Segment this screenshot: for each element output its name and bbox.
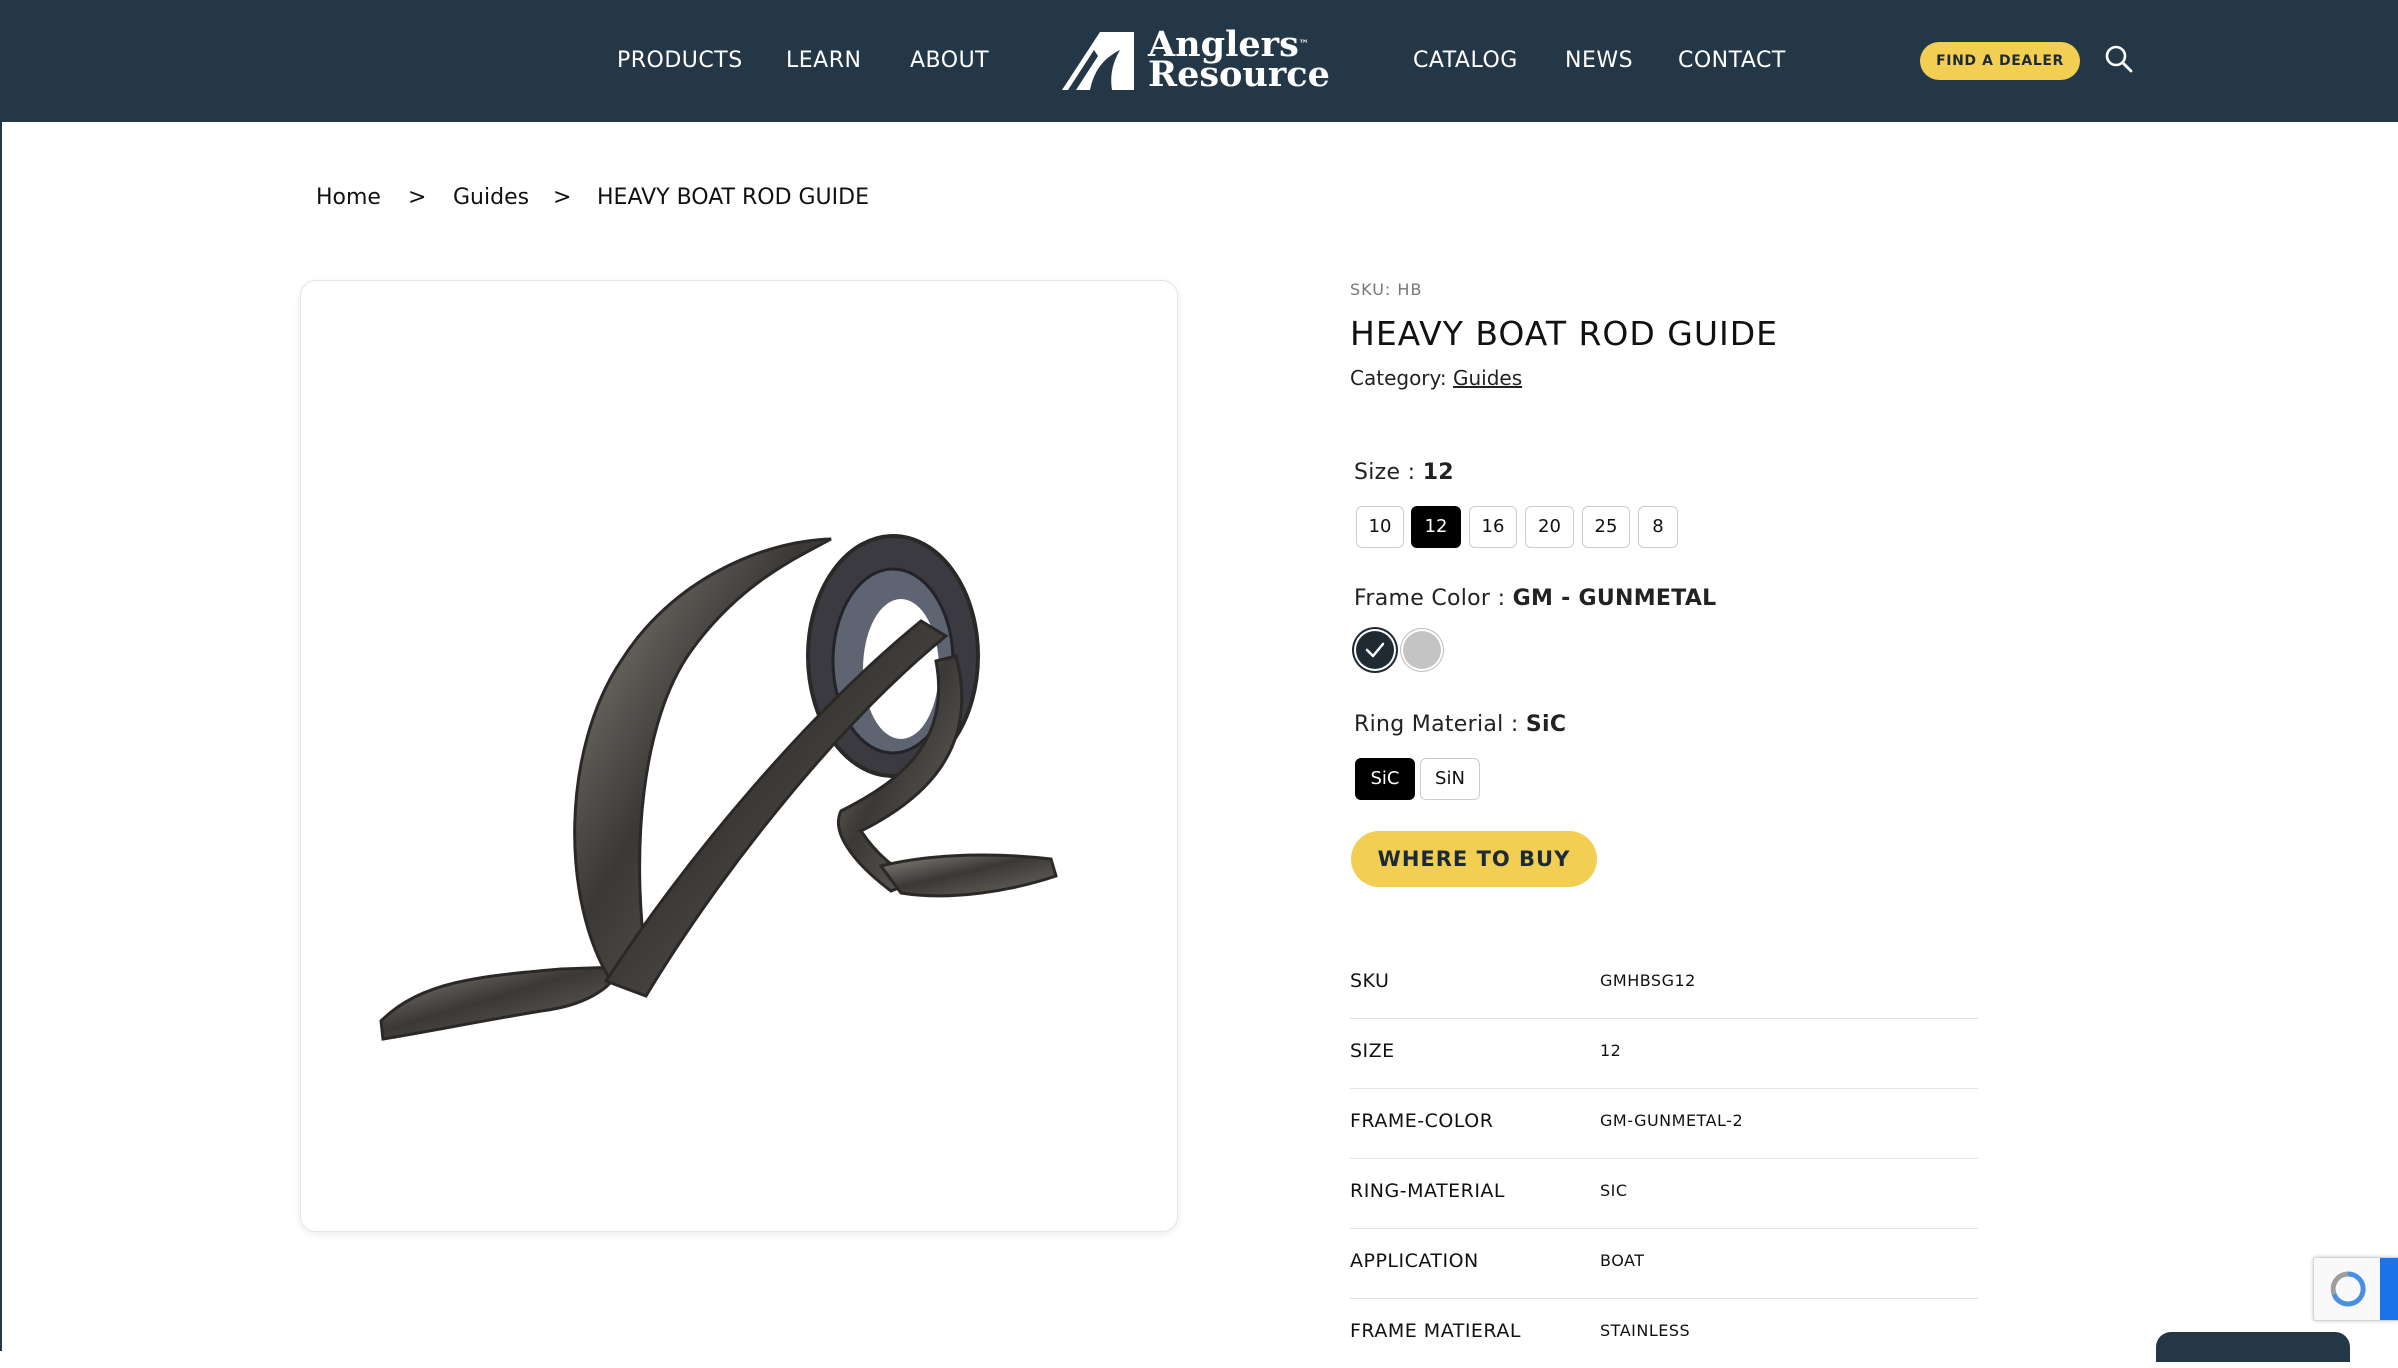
- breadcrumb-current: HEAVY BOAT ROD GUIDE: [597, 185, 869, 210]
- recaptcha-badge[interactable]: [2313, 1257, 2398, 1321]
- category-link[interactable]: Guides: [1453, 366, 1522, 390]
- recaptcha-icon: [2330, 1271, 2366, 1307]
- spec-value: BOAT: [1600, 1251, 1645, 1270]
- product-image-card[interactable]: [300, 280, 1178, 1232]
- size-selected-value: 12: [1422, 460, 1454, 485]
- where-to-buy-button[interactable]: WHERE TO BUY: [1351, 831, 1597, 887]
- spec-row: APPLICATION BOAT: [1350, 1228, 1978, 1299]
- ring-option-sic[interactable]: SiC: [1355, 758, 1415, 800]
- spec-value: SIC: [1600, 1181, 1628, 1200]
- ring-option-sin[interactable]: SiN: [1420, 758, 1480, 800]
- breadcrumb-separator: >: [408, 185, 427, 210]
- nav-contact[interactable]: CONTACT: [1678, 0, 1786, 122]
- nav-products[interactable]: PRODUCTS: [617, 0, 743, 122]
- product-sku: SKU: HB: [1350, 280, 1423, 299]
- spec-key: SIZE: [1350, 1040, 1395, 1062]
- site-logo[interactable]: Anglers™ Resource: [1060, 27, 1350, 95]
- spec-key: FRAME-COLOR: [1350, 1110, 1494, 1132]
- swatch-gunmetal[interactable]: [1356, 631, 1394, 669]
- category-label: Category:: [1350, 366, 1447, 390]
- size-option-label: Size : 12: [1354, 460, 1454, 485]
- site-header: PRODUCTS LEARN ABOUT Anglers™ Resource C…: [0, 0, 2398, 122]
- recaptcha-blue-strip: [2380, 1258, 2398, 1320]
- spec-key: FRAME MATIERAL: [1350, 1320, 1521, 1342]
- spec-row: RING-MATERIAL SIC: [1350, 1158, 1978, 1229]
- size-option-16[interactable]: 16: [1469, 506, 1517, 548]
- frame-color-selected-value: GM - GUNMETAL: [1512, 586, 1717, 611]
- page-left-edge: [0, 0, 2, 1351]
- logo-word-2: Resource: [1148, 54, 1330, 95]
- size-option-25[interactable]: 25: [1582, 506, 1630, 548]
- swatch-silver[interactable]: [1403, 631, 1441, 669]
- spec-key: APPLICATION: [1350, 1250, 1479, 1272]
- nav-about[interactable]: ABOUT: [910, 0, 989, 122]
- spec-value: GM-GUNMETAL-2: [1600, 1111, 1744, 1130]
- size-option-8[interactable]: 8: [1638, 506, 1678, 548]
- search-icon[interactable]: [2104, 44, 2134, 74]
- product-category: Category: Guides: [1350, 366, 1522, 390]
- find-a-dealer-button[interactable]: FIND A DEALER: [1920, 42, 2080, 80]
- spec-value: 12: [1600, 1041, 1622, 1060]
- spec-value: STAINLESS: [1600, 1321, 1691, 1340]
- checkmark-icon: [1365, 642, 1385, 658]
- ring-material-selected-value: SiC: [1525, 712, 1567, 737]
- frame-color-option-label: Frame Color : GM - GUNMETAL: [1354, 586, 1717, 611]
- spec-row: FRAME MATIERAL STAINLESS: [1350, 1298, 1978, 1368]
- breadcrumb-home[interactable]: Home: [316, 185, 381, 210]
- logo-sail-icon: [1062, 32, 1134, 90]
- size-option-20[interactable]: 20: [1525, 506, 1574, 548]
- product-title: HEAVY BOAT ROD GUIDE: [1350, 314, 1778, 353]
- product-image: [379, 534, 1058, 1041]
- size-option-10[interactable]: 10: [1356, 506, 1404, 548]
- size-option-12[interactable]: 12: [1411, 506, 1461, 548]
- nav-catalog[interactable]: CATALOG: [1413, 0, 1518, 122]
- spec-key: SKU: [1350, 970, 1390, 992]
- nav-learn[interactable]: LEARN: [786, 0, 861, 122]
- spec-row: SKU GMHBSG12: [1350, 948, 1978, 1019]
- spec-row: FRAME-COLOR GM-GUNMETAL-2: [1350, 1088, 1978, 1159]
- breadcrumb-guides[interactable]: Guides: [453, 185, 529, 210]
- nav-news[interactable]: NEWS: [1565, 0, 1633, 122]
- spec-row: SIZE 12: [1350, 1018, 1978, 1089]
- spec-key: RING-MATERIAL: [1350, 1180, 1506, 1202]
- ring-material-option-label: Ring Material : SiC: [1354, 712, 1567, 737]
- chat-widget-tab[interactable]: [2156, 1332, 2350, 1362]
- breadcrumb-separator: >: [553, 185, 572, 210]
- spec-value: GMHBSG12: [1600, 971, 1696, 990]
